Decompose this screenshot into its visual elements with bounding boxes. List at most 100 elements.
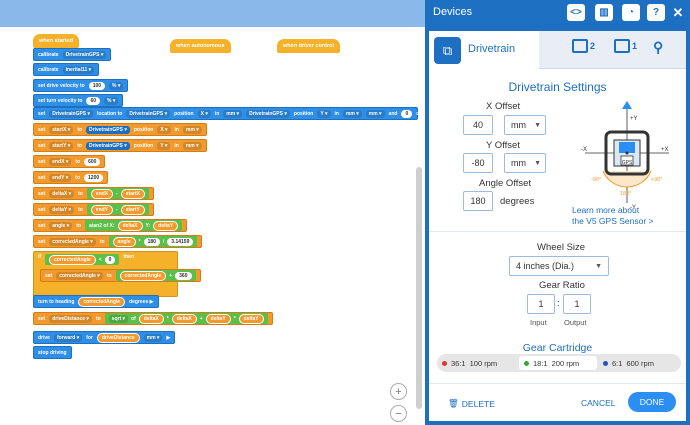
subtract-operator[interactable]: endY - startY [86,204,149,215]
variable-reporter[interactable]: deltaX [117,220,143,231]
calibrate-inertial-block[interactable]: calibrate Inertial11 ▾ [33,63,100,76]
calibrate-gps-block[interactable]: calibrate DrivetrainGPS ▾ [33,48,112,61]
unit-dropdown[interactable]: % ▾ [104,96,119,105]
set-starty-block[interactable]: set startY ▾ to DrivetrainGPS ▾ position… [33,139,207,152]
close-icon[interactable]: ✕ [669,4,687,21]
variable-dropdown[interactable]: endX ▾ [49,157,72,166]
gps-dropdown[interactable]: DrivetrainGPS ▾ [85,141,130,150]
set-endx-block[interactable]: set endX ▾ to 600 [33,155,106,168]
axis-dropdown[interactable]: X ▾ [157,125,171,134]
variable-reporter[interactable]: endX [90,188,114,199]
set-corrected-angle-block[interactable]: set correctedAngle ▾ to angle * 180 / 3.… [33,235,203,248]
motor-icon[interactable]: 1 [614,39,637,53]
code-icon[interactable]: <> [567,4,585,21]
set-angle-block[interactable]: set angle ▾ to atan2 of X: deltaX Y: del… [33,219,188,232]
set-drivetrain-location-block[interactable]: set DrivetrainGPS ▾ location to Drivetra… [33,107,435,120]
canvas-scrollbar[interactable] [416,167,422,409]
unit-dropdown[interactable]: mm ▾ [223,109,243,118]
set-endy-block[interactable]: set endY ▾ to 1200 [33,171,109,184]
multiply-divide-operator[interactable]: angle * 180 / 3.14159 [108,236,198,247]
set-deltax-block[interactable]: set deltaX ▾ to endX - startX [33,187,154,200]
gps-dropdown[interactable]: DrivetrainGPS ▾ [246,109,290,118]
brain-icon[interactable]: ▥ [595,4,613,21]
drivetrain-dropdown[interactable]: DrivetrainGPS ▾ [49,109,94,118]
gps-dropdown[interactable]: DrivetrainGPS ▾ [126,109,171,118]
help-icon[interactable]: ? [647,4,665,21]
variable-reporter[interactable]: deltaY [238,313,264,324]
variable-dropdown[interactable]: deltaX ▾ [49,189,75,198]
variable-reporter[interactable]: deltaY [205,313,231,324]
unit-dropdown[interactable]: mm ▾ [342,109,362,118]
stop-driving-block[interactable]: stop driving [33,346,72,359]
sensor-dropdown[interactable]: DrivetrainGPS ▾ [62,50,107,59]
variable-reporter[interactable]: startX [120,188,145,199]
drive-forward-block[interactable]: drive forward ▾ for driveDistance mm ▾ ▶ [33,331,176,344]
value-input[interactable]: 0 [104,255,116,264]
unit-dropdown[interactable]: mm ▾ [182,141,202,150]
dashboard-icon[interactable]: ◔ [622,4,640,21]
gear-cartridge-selector[interactable]: 36:1 100 rpm 18:1 200 rpm 6:1 600 rpm [437,354,681,372]
variable-dropdown[interactable]: angle ▾ [49,221,73,230]
value-input[interactable]: 3.14159 [167,237,194,246]
gear-ratio-output[interactable]: 1 [563,294,591,314]
gps-learn-more-link[interactable]: Learn more about the V5 GPS Sensor > [572,205,654,227]
value-input[interactable]: 60 [86,96,101,105]
y-offset-unit-select[interactable]: mm ▼ [504,153,546,173]
unit-dropdown[interactable]: mm ▾ [365,109,385,118]
subtract-operator[interactable]: endX - startX [86,188,149,199]
done-button[interactable]: DONE [628,392,676,412]
tab-drivetrain[interactable]: ⧉ Drivetrain [429,31,539,69]
x-offset-input[interactable]: 40 [463,115,493,135]
wheel-size-select[interactable]: 4 inches (Dia.) ▼ [509,256,609,276]
atan2-operator[interactable]: atan2 of X: deltaX Y: deltaY [84,220,183,231]
when-autonomous-hat[interactable]: when autonomous [170,39,231,53]
set-corrected-angle-2-block[interactable]: set correctedAngle ▾ to correctedAngle +… [40,269,201,282]
gps-dropdown[interactable]: DrivetrainGPS ▾ [86,125,130,134]
gear-ratio-input[interactable]: 1 [527,294,555,314]
add-operator[interactable]: correctedAngle + 360 [115,270,196,281]
value-input[interactable]: 360 [175,271,192,280]
when-driver-control-hat[interactable]: when driver control [277,39,341,53]
variable-dropdown[interactable]: deltaY ▾ [49,205,75,214]
turn-to-heading-block[interactable]: turn to heading correctedAngle degrees ▶ [33,295,159,308]
motor-group-icon[interactable]: 2 [572,39,595,53]
variable-reporter[interactable]: endY [90,204,114,215]
set-drive-velocity-block[interactable]: set drive velocity to 100 % ▾ [33,79,129,92]
variable-dropdown[interactable]: driveDistance ▾ [49,314,92,323]
variable-dropdown[interactable]: startY ▾ [49,141,74,150]
variable-reporter[interactable]: deltaX [171,313,197,324]
set-startx-block[interactable]: set startX ▾ to DrivetrainGPS ▾ position… [33,123,207,136]
set-drive-distance-block[interactable]: set driveDistance ▾ to sqrt ▾ of deltaX … [33,312,273,325]
set-turn-velocity-block[interactable]: set turn velocity to 60 % ▾ [33,94,124,107]
y-offset-input[interactable]: -80 [463,153,493,173]
axis-dropdown[interactable]: Y ▾ [157,141,171,150]
unit-dropdown[interactable]: mm ▾ [143,333,163,342]
x-offset-unit-select[interactable]: mm ▼ [504,115,546,135]
variable-reporter[interactable]: correctedAngle [119,270,167,281]
when-started-hat[interactable]: when started [33,34,79,48]
sensor-dropdown[interactable]: Inertial11 ▾ [62,65,95,74]
value-input[interactable]: 1200 [84,173,104,182]
variable-dropdown[interactable]: startX ▾ [49,125,74,134]
unit-dropdown[interactable]: % ▾ [109,81,124,90]
block-canvas[interactable]: when started when autonomous when driver… [0,27,435,425]
cartridge-36-1[interactable]: 36:1 100 rpm [442,356,497,370]
sqrt-operator[interactable]: sqrt ▾ of deltaX * deltaX + deltaY * del… [104,313,268,324]
cancel-button[interactable]: CANCEL [581,398,615,408]
zoom-in-button[interactable]: + [390,383,407,400]
variable-reporter[interactable]: startY [120,204,145,215]
value-input[interactable]: 100 [88,81,106,90]
unit-dropdown[interactable]: mm ▾ [183,125,202,134]
cartridge-6-1[interactable]: 6:1 600 rpm [603,356,654,370]
cartridge-18-1[interactable]: 18:1 200 rpm [519,356,597,370]
variable-reporter[interactable]: angle [112,236,136,247]
heading-input[interactable]: 0 [401,109,413,118]
axis-dropdown[interactable]: X ▾ [197,109,211,118]
value-input[interactable]: 180 [143,237,160,246]
variable-dropdown[interactable]: correctedAngle ▾ [49,237,96,246]
zoom-out-button[interactable]: − [390,405,407,422]
delete-button[interactable]: 🗑 DELETE [448,398,495,409]
variable-reporter[interactable]: deltaY [153,220,179,231]
variable-reporter[interactable]: correctedAngle [78,296,126,307]
function-dropdown[interactable]: sqrt ▾ [108,314,129,323]
